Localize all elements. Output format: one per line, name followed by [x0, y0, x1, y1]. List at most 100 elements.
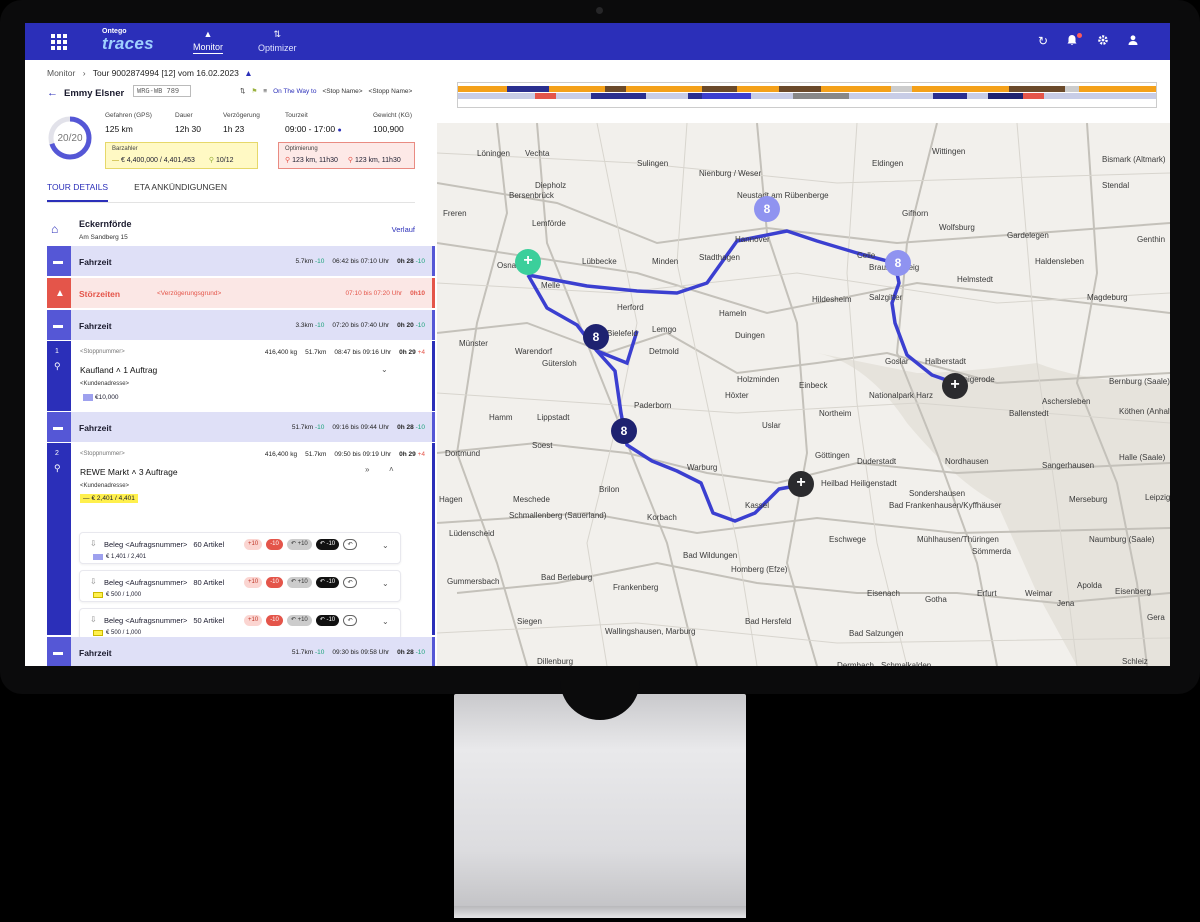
map-plus-marker[interactable]: +	[515, 249, 541, 275]
barzahler-title: Barzahler	[112, 146, 138, 152]
fahrzeit-row[interactable]: ▬ Fahrzeit 3.3km -10 07:20 bis 07:40 Uhr…	[47, 310, 435, 340]
money-swatch	[93, 554, 103, 560]
beleg-count: 80 Artikel	[193, 578, 225, 587]
undo-icon[interactable]: ↶	[343, 615, 358, 626]
minus-pill[interactable]: -10	[266, 615, 283, 626]
minus-pill[interactable]: -10	[266, 539, 283, 550]
undo-icon[interactable]: ↶	[343, 539, 358, 550]
tab-tour-details[interactable]: TOUR DETAILS	[47, 182, 109, 202]
beleg-money-value: € 1,401 / 2,401	[106, 554, 147, 560]
return-minus-pill[interactable]: ↶ -10	[315, 577, 340, 588]
map-cluster-marker[interactable]: 8	[611, 418, 637, 444]
gear-icon[interactable]	[1096, 34, 1110, 48]
map-city-label: Bad Hersfeld	[745, 617, 792, 626]
map-city-label: Soest	[532, 441, 553, 450]
timeline[interactable]	[457, 68, 1157, 114]
chevron-down-icon[interactable]: ⌄	[381, 365, 388, 374]
beleg-money-value: € 500 / 1,000	[106, 592, 142, 598]
row-time: 09:30 bis 09:58 Uhr	[332, 649, 390, 656]
fahrzeit-row[interactable]: ▬ Fahrzeit 51.7km -10 09:16 bis 09:44 Uh…	[47, 412, 435, 442]
beleg-card[interactable]: ⇩ Beleg <Aufragsnummer> 50 Artikel € 500 …	[79, 608, 401, 640]
row-time: 07:20 bis 07:40 Uhr	[332, 322, 390, 329]
map-city-label: Homberg (Efze)	[731, 565, 788, 574]
pin-icon: ⚲	[208, 157, 215, 164]
logo: Ontego traces	[102, 28, 154, 53]
route-map[interactable]: Vechta Löningen Sulingen Nienburg / Weser El…	[437, 123, 1170, 666]
optimierung-a: 123 km, 11h30	[292, 157, 338, 164]
row-duration-delta: +4	[417, 349, 425, 356]
clock-icon: ●	[337, 127, 342, 134]
map-city-label: Freren	[443, 209, 467, 218]
undo-icon[interactable]: ↶	[343, 577, 358, 588]
stat-verzoegerung: Verzögerung 1h 23	[223, 112, 285, 134]
graduation-icon: ▲	[244, 68, 253, 78]
nav-monitor[interactable]: ▲ Monitor	[193, 29, 224, 54]
minus-pill[interactable]: -10	[266, 577, 283, 588]
map-city-label: Gifhorn	[902, 209, 929, 218]
stop-name-text: Kaufland	[80, 365, 114, 375]
stop-auftrag-count: 1 Auftrag	[123, 365, 158, 375]
swap-icon[interactable]: ⇅	[240, 87, 245, 95]
optimierung-title: Optimierung	[285, 146, 318, 152]
beleg-label: Beleg <Aufragsnummer> 80 Artikel	[104, 578, 224, 587]
map-city-label: Lemförde	[532, 219, 566, 228]
return-plus-pill[interactable]: ↶ +10	[286, 577, 312, 588]
return-minus-pill[interactable]: ↶ -10	[315, 539, 340, 550]
stop-name: REWE Markt ˄ 3 Auftrage	[80, 467, 178, 477]
beleg-money: € 500 / 1,000	[90, 629, 144, 637]
stat-value: 12h 30	[175, 124, 201, 134]
map-city-label: Hagen	[439, 495, 463, 504]
plus-pill[interactable]: +10	[244, 539, 263, 550]
plus-pill[interactable]: +10	[244, 615, 263, 626]
map-city-label: Dillenburg	[537, 657, 574, 666]
return-minus-pill[interactable]: ↶ -10	[315, 615, 340, 626]
chevron-down-icon[interactable]: ⌄	[382, 617, 389, 626]
chevron-up-icon[interactable]: ˄	[389, 465, 394, 474]
money-swatch	[93, 592, 103, 598]
back-arrow-icon[interactable]: ←	[47, 87, 58, 99]
map-city-label: Diepholz	[535, 181, 567, 190]
chevron-down-icon[interactable]: ⌄	[382, 579, 389, 588]
beleg-card[interactable]: ⇩ Beleg <Aufragsnummer> 80 Artikel € 500 …	[79, 570, 401, 602]
double-chevron-icon[interactable]: »	[365, 465, 369, 474]
fahrzeit-row[interactable]: ▬ Fahrzeit 5.7km -10 06:42 bis 07:10 Uhr…	[47, 246, 435, 276]
delay-reason: <Verzögerungsgrund>	[157, 290, 222, 297]
map-city-label: Duingen	[735, 331, 765, 340]
user-icon[interactable]	[1126, 34, 1140, 48]
start-stop[interactable]: ⌂ Eckernförde Am Sandberg 15 Verlauf	[47, 215, 415, 245]
stop-auftrag-count: 3 Auftrage	[138, 467, 178, 477]
return-plus-pill[interactable]: ↶ +10	[286, 615, 312, 626]
flag-icon: ⚑	[251, 88, 258, 95]
map-city-label: Eisenberg	[1115, 587, 1152, 596]
stop-weight: 416,400 kg	[264, 349, 298, 356]
verlauf-link[interactable]: Verlauf	[392, 225, 415, 234]
stop-row[interactable]: 1 ⚲ <Stoppnummer> 416,400 kg 51.7km 08:47…	[47, 341, 435, 411]
chevron-down-icon[interactable]: ⌄	[382, 541, 389, 550]
beleg-card[interactable]: ⇩ Beleg <Aufragsnummer> 60 Artikel € 1,40…	[79, 532, 401, 564]
row-label: Fahrzeit	[79, 423, 112, 433]
app-grid-icon[interactable]	[51, 34, 67, 50]
plus-pill[interactable]: +10	[244, 577, 263, 588]
nav-monitor-label: Monitor	[193, 42, 224, 54]
map-city-label: Göttingen	[815, 451, 850, 460]
map-cluster-marker[interactable]: 8	[754, 196, 780, 222]
map-cluster-marker[interactable]: 8	[885, 250, 911, 276]
beleg-label-text: Beleg <Aufragsnummer>	[104, 616, 188, 625]
refresh-icon[interactable]: ↻	[1036, 34, 1050, 48]
map-city-label: Northeim	[819, 409, 852, 418]
map-city-label: Warendorf	[515, 347, 553, 356]
map-plus-marker[interactable]: +	[788, 471, 814, 497]
map-city-label: Nationalpark Harz	[869, 391, 934, 400]
map-city-label: Uslar	[762, 421, 781, 430]
map-plus-marker[interactable]: +	[942, 373, 968, 399]
stoerzeit-row[interactable]: ▲ Störzeiten <Verzögerungsgrund> 07:10 b…	[47, 278, 435, 308]
fahrzeit-row[interactable]: ▬ Fahrzeit 51.7km -10 09:30 bis 09:58 Uh…	[47, 637, 435, 666]
breadcrumb-root[interactable]: Monitor	[47, 68, 75, 78]
nav-optimizer[interactable]: ⇅ Optimizer	[258, 29, 297, 53]
document-icon: ⇩	[90, 577, 97, 586]
cone-icon: ▲	[55, 288, 65, 299]
return-plus-pill[interactable]: ↶ +10	[286, 539, 312, 550]
tab-eta[interactable]: ETA ANKÜNDIGUNGEN	[134, 182, 227, 202]
stat-value: 1h 23	[223, 124, 245, 134]
map-cluster-marker[interactable]: 8	[583, 324, 609, 350]
